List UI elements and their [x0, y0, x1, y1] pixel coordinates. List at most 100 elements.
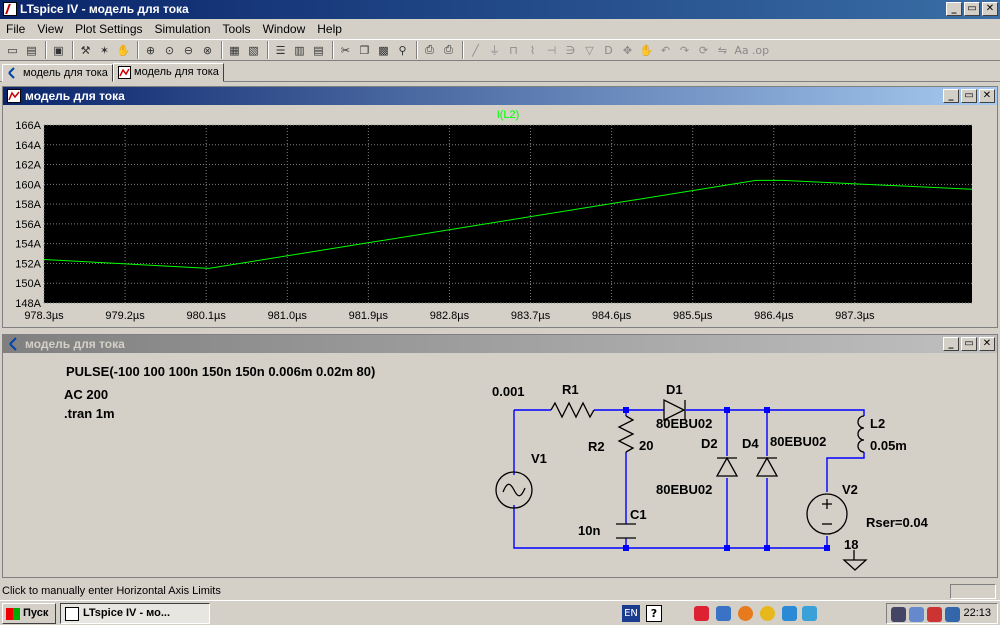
drag-icon[interactable]: ✋	[638, 42, 655, 59]
delete-trace-icon[interactable]: ▧	[245, 42, 262, 59]
r1-value[interactable]: 0.001	[492, 384, 525, 399]
zoom-out-icon[interactable]: ⊖	[180, 42, 197, 59]
language-indicator[interactable]: EN	[622, 605, 640, 622]
x-tick-label[interactable]: 984.6µs	[592, 310, 632, 322]
minimize-button[interactable]: _	[946, 2, 962, 16]
media-icon[interactable]	[782, 606, 797, 621]
ground-icon[interactable]: ⏚	[486, 42, 503, 59]
move-icon[interactable]: ✥	[619, 42, 636, 59]
plot-close-button[interactable]: ✕	[979, 89, 995, 103]
v1-name[interactable]: V1	[531, 451, 547, 466]
y-tick-label[interactable]: 158A	[15, 199, 41, 211]
pulse-directive[interactable]: PULSE(-100 100 100n 150n 150n 0.006m 0.0…	[66, 364, 375, 379]
capacitor-icon[interactable]: ⊣	[543, 42, 560, 59]
y-tick-label[interactable]: 148A	[15, 298, 41, 310]
open-icon[interactable]: ▤	[23, 42, 40, 59]
c1-name[interactable]: C1	[630, 507, 647, 522]
menu-window[interactable]: Window	[257, 19, 312, 38]
y-tick-label[interactable]: 156A	[15, 219, 41, 231]
wire-icon[interactable]: ╱	[467, 42, 484, 59]
x-tick-label[interactable]: 979.2µs	[105, 310, 145, 322]
x-tick-label[interactable]: 985.5µs	[673, 310, 713, 322]
v2-rser[interactable]: Rser=0.04	[866, 515, 929, 530]
taskbar-ltspice-button[interactable]: LTspice IV - мо...	[60, 603, 210, 624]
redo-icon[interactable]: ↷	[676, 42, 693, 59]
tray-volume-icon[interactable]	[945, 607, 960, 622]
menu-file[interactable]: File	[0, 19, 31, 38]
tray-network-icon[interactable]	[909, 607, 924, 622]
zoom-pan-icon[interactable]: ⊙	[161, 42, 178, 59]
y-tick-label[interactable]: 150A	[15, 278, 41, 290]
firefox-icon[interactable]	[738, 606, 753, 621]
tray-app-icon[interactable]	[891, 607, 906, 622]
y-tick-label[interactable]: 162A	[15, 160, 41, 172]
l2-name[interactable]: L2	[870, 416, 885, 431]
new-schematic-icon[interactable]: ▭	[4, 42, 21, 59]
schematic-minimize-button[interactable]: _	[943, 337, 959, 351]
menu-simulation[interactable]: Simulation	[149, 19, 217, 38]
schematic-canvas[interactable]: PULSE(-100 100 100n 150n 150n 0.006m 0.0…	[4, 354, 996, 576]
schematic-icon[interactable]	[7, 337, 21, 351]
schematic-restore-button[interactable]: ▭	[961, 337, 977, 351]
plot-restore-button[interactable]: ▭	[961, 89, 977, 103]
plot-minimize-button[interactable]: _	[943, 89, 959, 103]
menu-plot-settings[interactable]: Plot Settings	[69, 19, 148, 38]
d2-model[interactable]: 80EBU02	[656, 482, 712, 497]
text-icon[interactable]: Aa	[733, 42, 750, 59]
tab-schematic[interactable]: модель для тока	[2, 64, 113, 82]
x-tick-label[interactable]: 981.0µs	[268, 310, 308, 322]
menu-help[interactable]: Help	[311, 19, 348, 38]
v2-name[interactable]: V2	[842, 482, 858, 497]
y-tick-label[interactable]: 154A	[15, 239, 41, 251]
v2-value[interactable]: 18	[844, 537, 858, 552]
d1-name[interactable]: D1	[666, 382, 683, 397]
tile-vertical-icon[interactable]: ▥	[291, 42, 308, 59]
x-tick-label[interactable]: 983.7µs	[511, 310, 551, 322]
d4-model[interactable]: 80EBU02	[770, 434, 826, 449]
c1-value[interactable]: 10n	[578, 523, 600, 538]
restore-button[interactable]: ▭	[964, 2, 980, 16]
menu-tools[interactable]: Tools	[217, 19, 257, 38]
x-tick-label[interactable]: 980.1µs	[186, 310, 226, 322]
waveform-plot[interactable]: 166A 164A 162A 160A 158A 156A 154A 152A 150A 148A…	[4, 105, 996, 327]
ltspice-app-icon[interactable]	[3, 2, 17, 16]
inductor-icon[interactable]: ∋	[562, 42, 579, 59]
resistor-icon[interactable]: ⌇	[524, 42, 541, 59]
x-tick-label[interactable]: 978.3µs	[24, 310, 64, 322]
x-tick-label[interactable]: 981.9µs	[349, 310, 389, 322]
paste-icon[interactable]: ▩	[375, 42, 392, 59]
chrome-icon[interactable]	[760, 606, 775, 621]
autorange-icon[interactable]: ▦	[226, 42, 243, 59]
d1-model[interactable]: 80EBU02	[656, 416, 712, 431]
undo-icon[interactable]: ↶	[657, 42, 674, 59]
save-icon[interactable]: ▣	[50, 42, 67, 59]
network-icon[interactable]	[802, 606, 817, 621]
zoom-fit-icon[interactable]: ⊗	[199, 42, 216, 59]
rotate-icon[interactable]: ⟳	[695, 42, 712, 59]
label-icon[interactable]: ⊓	[505, 42, 522, 59]
component-icon[interactable]: D	[600, 42, 617, 59]
mirror-icon[interactable]: ⇋	[714, 42, 731, 59]
cascade-icon[interactable]: ▤	[310, 42, 327, 59]
l2-value[interactable]: 0.05m	[870, 438, 907, 453]
schematic-close-button[interactable]: ✕	[979, 337, 995, 351]
tran-directive[interactable]: .tran 1m	[64, 406, 115, 421]
control-panel-icon[interactable]: ⚒	[77, 42, 94, 59]
cut-icon[interactable]: ✂	[337, 42, 354, 59]
help-icon[interactable]: ?	[646, 605, 662, 622]
tab-waveform[interactable]: модель для тока	[113, 63, 224, 82]
d2-name[interactable]: D2	[701, 436, 718, 451]
y-tick-label[interactable]: 166A	[15, 120, 41, 132]
clock[interactable]: 22:13	[963, 607, 991, 619]
copy-icon[interactable]: ❐	[356, 42, 373, 59]
d4-name[interactable]: D4	[742, 436, 759, 451]
waveform-icon[interactable]	[7, 89, 21, 103]
ac-directive[interactable]: AC 200	[64, 387, 108, 402]
x-tick-label[interactable]: 986.4µs	[754, 310, 794, 322]
r2-value[interactable]: 20	[639, 438, 653, 453]
y-tick-label[interactable]: 160A	[15, 179, 41, 191]
pan-icon[interactable]: ✋	[115, 42, 132, 59]
menu-view[interactable]: View	[31, 19, 69, 38]
diode-icon[interactable]: ▽	[581, 42, 598, 59]
x-tick-label[interactable]: 987.3µs	[835, 310, 875, 322]
